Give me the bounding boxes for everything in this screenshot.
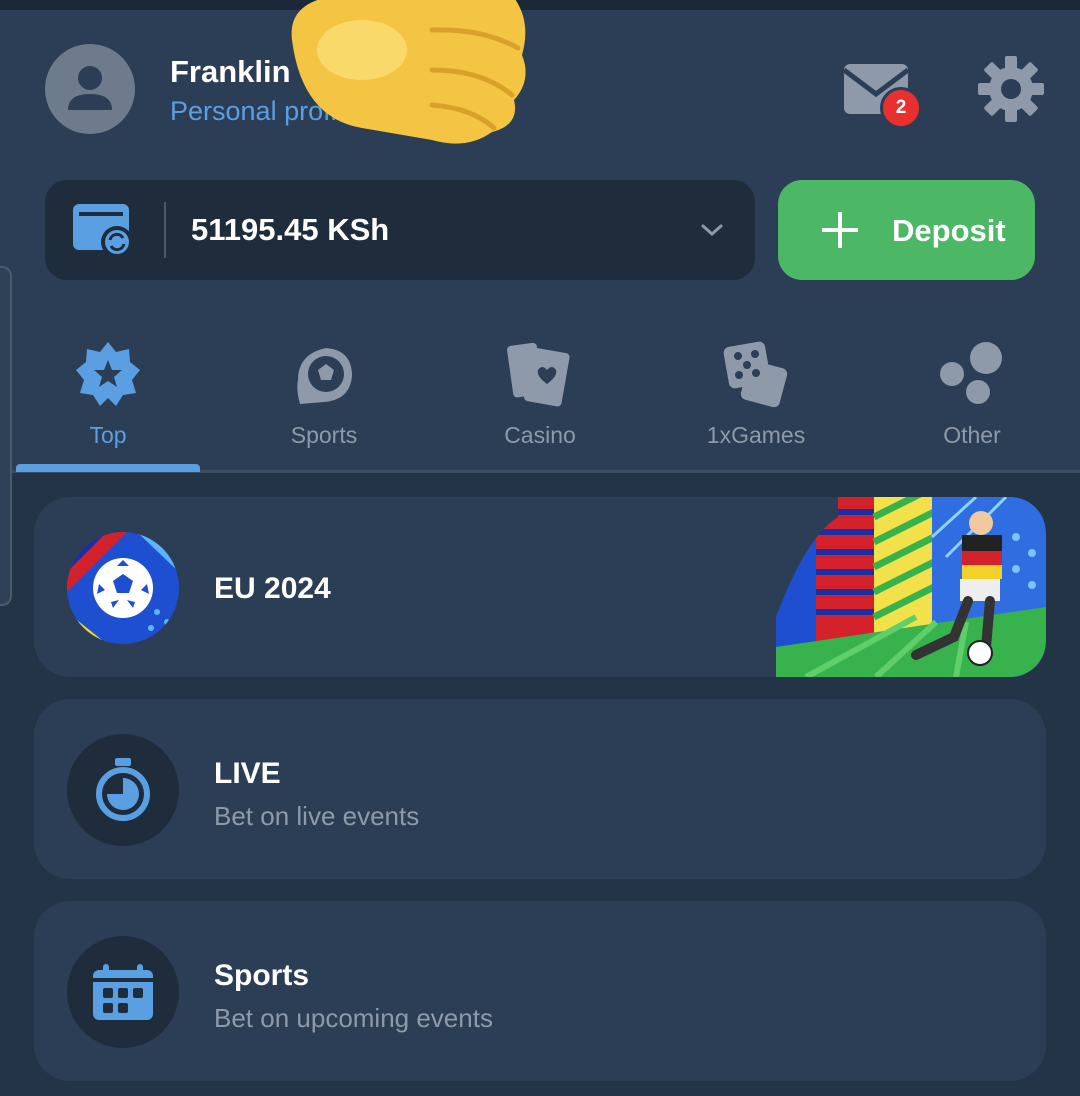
card-title: LIVE xyxy=(214,757,281,790)
card-icon-circle xyxy=(67,936,179,1048)
tab-label: Casino xyxy=(504,422,576,448)
eu-2024-ball-icon xyxy=(67,532,179,644)
tab-other[interactable]: Other xyxy=(864,330,1080,470)
balance-selector[interactable]: 51195.45 KSh xyxy=(45,180,755,280)
star-badge-icon xyxy=(76,342,140,406)
bubbles-icon xyxy=(940,342,1002,404)
calendar-icon xyxy=(93,964,153,1020)
deposit-button[interactable]: Deposit xyxy=(778,180,1035,280)
tab-label: Sports xyxy=(290,422,358,448)
tab-1xgames[interactable]: 1xGames xyxy=(648,330,864,470)
gear-icon[interactable] xyxy=(978,56,1044,122)
chevron-down-icon[interactable] xyxy=(697,218,727,242)
playing-cards-icon xyxy=(507,342,570,407)
stopwatch-icon xyxy=(96,758,150,821)
fist-emoji-sticker xyxy=(291,0,526,144)
edge-scroll-handle[interactable] xyxy=(0,266,12,606)
plus-icon xyxy=(822,212,858,248)
user-name: Franklin xyxy=(170,54,291,89)
eu-2024-card[interactable]: EU 2024 xyxy=(34,497,1046,677)
notification-badge: 2 xyxy=(880,87,922,129)
card-title: EU 2024 xyxy=(214,572,331,605)
eu-2024-banner-image xyxy=(776,497,1046,677)
dice-icon xyxy=(723,341,788,408)
avatar[interactable] xyxy=(45,44,135,134)
user-icon xyxy=(68,66,112,110)
tab-label: Other xyxy=(943,422,1001,448)
card-subtitle: Bet on upcoming events xyxy=(214,1003,493,1033)
sports-card[interactable]: Sports Bet on upcoming events xyxy=(34,901,1046,1081)
card-icon-circle xyxy=(67,734,179,846)
tab-label: 1xGames xyxy=(706,422,806,448)
balance-amount: 51195.45 KSh xyxy=(191,212,390,247)
tab-top[interactable]: Top xyxy=(0,330,216,470)
tab-sports[interactable]: Sports xyxy=(216,330,432,470)
live-card[interactable]: LIVE Bet on live events xyxy=(34,699,1046,879)
status-bar-strip xyxy=(0,0,1080,10)
tab-label: Top xyxy=(89,422,127,448)
card-title: Sports xyxy=(214,959,310,992)
soccer-ball-icon xyxy=(297,348,352,404)
wallet-sync-icon xyxy=(73,204,133,258)
card-subtitle: Bet on live events xyxy=(214,801,420,831)
balance-divider xyxy=(164,202,166,258)
active-tab-indicator xyxy=(16,464,200,472)
tab-casino[interactable]: Casino xyxy=(432,330,648,470)
deposit-label: Deposit xyxy=(892,213,1006,248)
